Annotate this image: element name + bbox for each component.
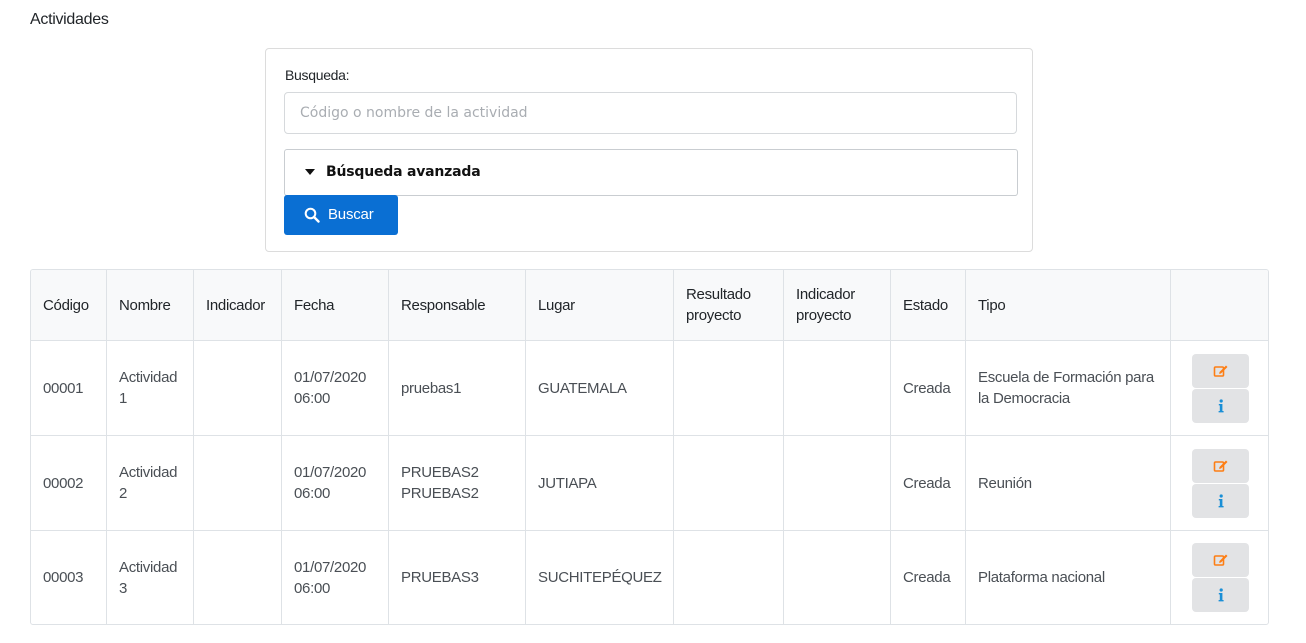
edit-icon (1213, 554, 1227, 566)
info-button[interactable] (1192, 388, 1249, 423)
activities-table: Código Nombre Indicador Fecha Responsabl… (30, 269, 1269, 625)
search-button[interactable]: Buscar (284, 195, 398, 235)
search-panel: Busqueda: Búsqueda avanzada Buscar (265, 48, 1033, 252)
cell-responsable: pruebas1 (388, 340, 526, 436)
header-codigo: Código (31, 270, 107, 341)
cell-tipo: Plataforma nacional (965, 530, 1171, 624)
edit-icon (1213, 460, 1227, 472)
header-fecha: Fecha (281, 270, 389, 341)
edit-icon (1213, 365, 1227, 377)
cell-indicador (193, 340, 282, 436)
cell-fecha: 01/07/2020 06:00 (281, 340, 389, 436)
info-button[interactable] (1192, 483, 1249, 518)
cell-responsable: PRUEBAS2 PRUEBAS2 (388, 435, 526, 531)
cell-nombre: Actividad 2 (106, 435, 194, 531)
search-label: Busqueda: (285, 67, 350, 83)
header-responsable: Responsable (388, 270, 526, 341)
header-tipo: Tipo (965, 270, 1171, 341)
cell-nombre: Actividad 1 (106, 340, 194, 436)
header-indicador-proyecto: Indicador proyecto (783, 270, 891, 341)
cell-estado: Creada (890, 435, 966, 531)
edit-button[interactable] (1192, 543, 1249, 577)
cell-indicador (193, 435, 282, 531)
cell-lugar: JUTIAPA (525, 435, 674, 531)
table-header-row: Código Nombre Indicador Fecha Responsabl… (31, 270, 1268, 341)
cell-indicador-proyecto (783, 435, 891, 531)
caret-down-icon (305, 169, 315, 175)
cell-tipo: Escuela de Formación para la Democracia (965, 340, 1171, 436)
cell-lugar: SUCHITEPÉQUEZ (525, 530, 674, 624)
table-row: 00003 Actividad 3 01/07/2020 06:00 PRUEB… (31, 530, 1268, 624)
info-icon (1218, 588, 1224, 602)
cell-codigo: 00002 (31, 435, 107, 531)
search-icon (304, 207, 320, 228)
header-lugar: Lugar (525, 270, 674, 341)
info-button[interactable] (1192, 578, 1249, 612)
header-resultado-proyecto: Resultado proyecto (673, 270, 784, 341)
search-input[interactable] (284, 92, 1017, 134)
cell-codigo: 00003 (31, 530, 107, 624)
search-button-label: Buscar (328, 206, 374, 223)
info-icon (1218, 493, 1224, 507)
header-actions (1170, 270, 1268, 341)
header-indicador: Indicador (193, 270, 282, 341)
cell-resultado-proyecto (673, 530, 784, 624)
cell-nombre: Actividad 3 (106, 530, 194, 624)
edit-button[interactable] (1192, 448, 1249, 483)
cell-estado: Creada (890, 340, 966, 436)
info-icon (1218, 398, 1224, 412)
cell-tipo: Reunión (965, 435, 1171, 531)
cell-indicador (193, 530, 282, 624)
cell-estado: Creada (890, 530, 966, 624)
cell-resultado-proyecto (673, 340, 784, 436)
cell-fecha: 01/07/2020 06:00 (281, 530, 389, 624)
table-row: 00001 Actividad 1 01/07/2020 06:00 prueb… (31, 340, 1268, 436)
edit-button[interactable] (1192, 353, 1249, 388)
header-estado: Estado (890, 270, 966, 341)
cell-fecha: 01/07/2020 06:00 (281, 435, 389, 531)
advanced-search-toggle[interactable]: Búsqueda avanzada (284, 149, 1018, 196)
cell-actions (1170, 435, 1268, 531)
cell-resultado-proyecto (673, 435, 784, 531)
advanced-search-label: Búsqueda avanzada (326, 164, 481, 180)
cell-actions (1170, 340, 1268, 436)
cell-codigo: 00001 (31, 340, 107, 436)
header-nombre: Nombre (106, 270, 194, 341)
cell-indicador-proyecto (783, 530, 891, 624)
cell-indicador-proyecto (783, 340, 891, 436)
cell-lugar: GUATEMALA (525, 340, 674, 436)
page-title: Actividades (30, 11, 109, 28)
cell-actions (1170, 530, 1268, 624)
table-row: 00002 Actividad 2 01/07/2020 06:00 PRUEB… (31, 435, 1268, 531)
cell-responsable: PRUEBAS3 (388, 530, 526, 624)
